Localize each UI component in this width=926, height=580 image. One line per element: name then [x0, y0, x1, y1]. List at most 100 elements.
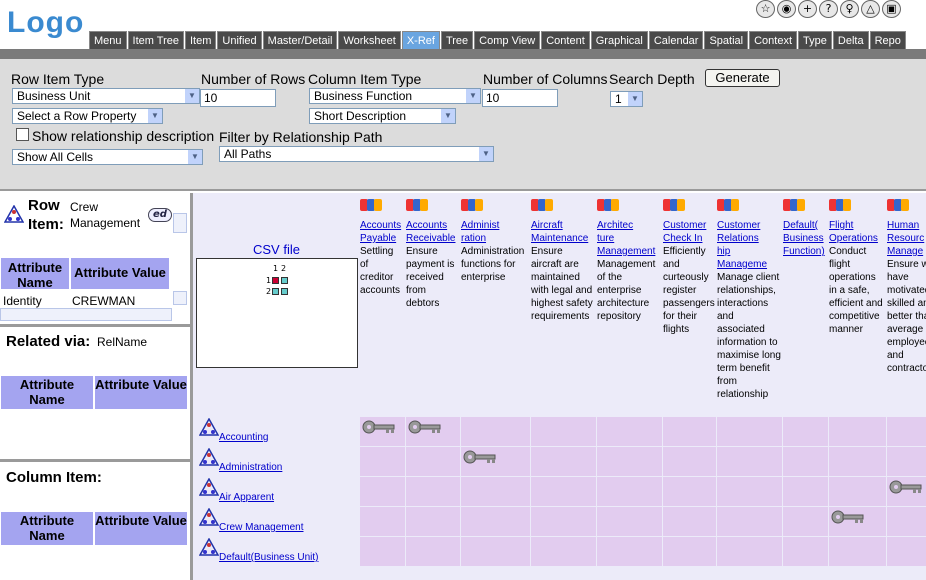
- grid-cell[interactable]: [663, 417, 717, 446]
- key-icon[interactable]: [362, 420, 396, 434]
- num-cols-input[interactable]: 10: [482, 89, 558, 107]
- filter-path-select[interactable]: All Paths: [219, 146, 494, 162]
- col-property-select[interactable]: Short Description: [309, 108, 456, 124]
- grid-cell[interactable]: [717, 507, 783, 536]
- grid-cell[interactable]: [717, 447, 783, 476]
- grid-cell[interactable]: [531, 477, 597, 506]
- grid-cell[interactable]: [531, 447, 597, 476]
- grid-cell[interactable]: [406, 477, 461, 506]
- grid-cell[interactable]: [829, 447, 887, 476]
- tab-item-tree[interactable]: Item Tree: [127, 31, 184, 49]
- column-item-link[interactable]: Human Resourc Manage: [887, 219, 926, 258]
- grid-cell[interactable]: [461, 507, 531, 536]
- column-item-link[interactable]: Customer Relations hip Manageme: [717, 219, 781, 271]
- row-item-link[interactable]: Accounting: [219, 432, 268, 443]
- tab-calendar[interactable]: Calendar: [648, 31, 704, 49]
- search-depth-select[interactable]: 1: [610, 91, 643, 107]
- grid-cell[interactable]: [461, 477, 531, 506]
- grid-cell[interactable]: [406, 447, 461, 476]
- tab-master-detail[interactable]: Master/Detail: [262, 31, 338, 49]
- grid-cell[interactable]: [597, 537, 663, 566]
- tab-context[interactable]: Context: [749, 31, 798, 49]
- tab-item[interactable]: Item: [185, 31, 217, 49]
- tab-content[interactable]: Content: [541, 31, 590, 49]
- grid-cell[interactable]: [663, 507, 717, 536]
- grid-cell[interactable]: [663, 447, 717, 476]
- grid-cell[interactable]: [360, 417, 406, 446]
- grid-cell[interactable]: [360, 507, 406, 536]
- grid-cell[interactable]: [829, 507, 887, 536]
- column-item-link[interactable]: Default(Business Function): [783, 219, 827, 258]
- grid-cell[interactable]: [406, 537, 461, 566]
- pin-icon[interactable]: ♀: [840, 0, 859, 18]
- tab-graphical[interactable]: Graphical: [590, 31, 648, 49]
- grid-cell[interactable]: [360, 447, 406, 476]
- tab-repo[interactable]: Repo: [869, 31, 906, 49]
- grid-cell[interactable]: [829, 537, 887, 566]
- key-icon[interactable]: [408, 420, 442, 434]
- grid-cell[interactable]: [783, 507, 829, 536]
- key-icon[interactable]: [463, 450, 497, 464]
- grid-cell[interactable]: [717, 537, 783, 566]
- column-item-link[interactable]: Architec ture Management: [597, 219, 661, 258]
- row-item-link[interactable]: Default(Business Unit): [219, 552, 318, 563]
- tab-type[interactable]: Type: [798, 31, 832, 49]
- grid-cell[interactable]: [531, 507, 597, 536]
- grid-cell[interactable]: [783, 447, 829, 476]
- grid-cell[interactable]: [461, 417, 531, 446]
- column-item-link[interactable]: Customer Check In: [663, 219, 715, 245]
- grid-cell[interactable]: [717, 477, 783, 506]
- grid-cell[interactable]: [461, 447, 531, 476]
- row-property-select[interactable]: Select a Row Property: [12, 108, 163, 124]
- grid-cell[interactable]: [406, 507, 461, 536]
- show-relationship-checkbox[interactable]: [16, 128, 29, 141]
- warning-icon[interactable]: △: [861, 0, 880, 18]
- csv-file-link[interactable]: CSV file: [253, 242, 300, 257]
- grid-cell[interactable]: [531, 537, 597, 566]
- star-icon[interactable]: ☆: [756, 0, 775, 18]
- tab-worksheet[interactable]: Worksheet: [338, 31, 401, 49]
- grid-cell[interactable]: [597, 447, 663, 476]
- grid-cell[interactable]: [531, 417, 597, 446]
- column-item-link[interactable]: Accounts Receivable: [406, 219, 460, 245]
- mini-map-cell[interactable]: [281, 288, 288, 295]
- tab-comp-view[interactable]: Comp View: [474, 31, 541, 49]
- row-item-type-select[interactable]: Business Unit: [12, 88, 200, 104]
- row-item-scrollbar-top[interactable]: [173, 213, 187, 233]
- grid-cell[interactable]: [406, 417, 461, 446]
- col-item-type-select[interactable]: Business Function: [309, 88, 481, 104]
- globe-icon[interactable]: ◉: [777, 0, 796, 18]
- show-cells-select[interactable]: Show All Cells: [12, 149, 203, 165]
- grid-cell[interactable]: [597, 417, 663, 446]
- column-item-link[interactable]: Administ ration: [461, 219, 531, 245]
- row-item-link[interactable]: Crew Management: [219, 522, 303, 533]
- mini-map-cell[interactable]: [281, 277, 288, 284]
- column-item-link[interactable]: Aircraft Maintenance: [531, 219, 595, 245]
- grid-cell[interactable]: [829, 417, 887, 446]
- row-item-hscrollbar[interactable]: [0, 308, 172, 321]
- grid-cell[interactable]: [829, 477, 887, 506]
- column-item-link[interactable]: Accounts Payable: [360, 219, 404, 245]
- num-rows-input[interactable]: 10: [200, 89, 276, 107]
- window-icon[interactable]: ▣: [882, 0, 901, 18]
- grid-cell[interactable]: [783, 537, 829, 566]
- grid-cell[interactable]: [783, 477, 829, 506]
- grid-cell[interactable]: [783, 417, 829, 446]
- grid-cell[interactable]: [887, 417, 926, 446]
- tab-menu[interactable]: Menu: [89, 31, 127, 49]
- tab-unified[interactable]: Unified: [217, 31, 262, 49]
- key-icon[interactable]: [889, 480, 923, 494]
- help-icon[interactable]: ?: [819, 0, 838, 18]
- generate-button[interactable]: Generate: [705, 69, 780, 87]
- edit-button[interactable]: ed: [148, 208, 172, 222]
- grid-cell[interactable]: [887, 507, 926, 536]
- tab-delta[interactable]: Delta: [832, 31, 869, 49]
- grid-cell[interactable]: [887, 477, 926, 506]
- grid-cell[interactable]: [887, 447, 926, 476]
- tab-spatial[interactable]: Spatial: [704, 31, 749, 49]
- grid-cell[interactable]: [597, 507, 663, 536]
- mini-map-cell[interactable]: [272, 277, 279, 284]
- grid-cell[interactable]: [887, 537, 926, 566]
- grid-cell[interactable]: [663, 477, 717, 506]
- tab-tree[interactable]: Tree: [440, 31, 474, 49]
